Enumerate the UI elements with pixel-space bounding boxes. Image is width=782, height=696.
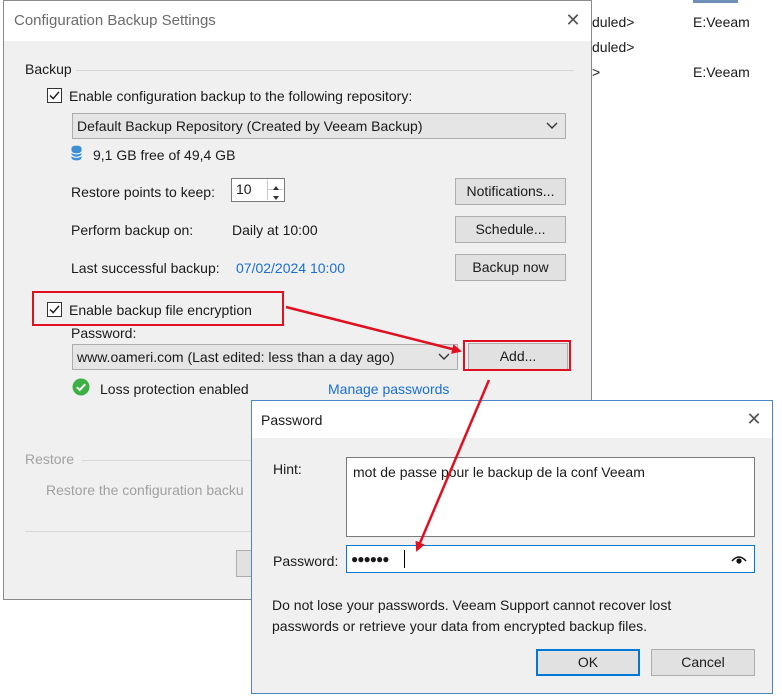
title-bar: Password ✕ — [252, 401, 772, 438]
schedule-button[interactable]: Schedule... — [455, 216, 566, 243]
enable-backup-label: Enable configuration backup to the follo… — [69, 88, 413, 104]
stepper-down-icon[interactable] — [268, 190, 283, 200]
password-select[interactable]: www.oameri.com (Last edited: less than a… — [72, 344, 458, 370]
checkmark-icon — [49, 91, 60, 100]
password-dialog-title: Password — [261, 412, 323, 428]
chevron-down-icon — [438, 353, 450, 360]
hint-input[interactable]: mot de passe pour le backup de la conf V… — [346, 457, 755, 537]
warning-line-2: passwords or retrieve your data from enc… — [272, 618, 648, 634]
password-mask: ●●●●●● — [351, 552, 389, 566]
restore-description: Restore the configuration backu — [46, 482, 244, 498]
text-cursor — [404, 550, 405, 568]
hint-value: mot de passe pour le backup de la conf V… — [353, 464, 645, 480]
repository-select[interactable]: Default Backup Repository (Created by Ve… — [72, 113, 566, 139]
hint-label: Hint: — [273, 461, 302, 477]
perform-backup-value: Daily at 10:00 — [232, 222, 318, 238]
restore-group-label: Restore — [25, 451, 75, 467]
eye-icon[interactable] — [731, 554, 747, 565]
password-select-value: www.oameri.com (Last edited: less than a… — [77, 349, 395, 365]
check-circle-icon — [72, 378, 90, 396]
restore-points-stepper[interactable]: 10 — [231, 178, 285, 202]
bg-row-target: E:Veeam — [693, 14, 750, 30]
title-bar: Configuration Backup Settings ✕ — [4, 1, 591, 41]
password-label: Password: — [71, 325, 137, 341]
warning-line-1: Do not lose your passwords. Veeam Suppor… — [272, 597, 672, 613]
footer-divider — [25, 531, 253, 532]
backup-group-label: Backup — [25, 61, 72, 77]
annotation-box-encryption — [32, 291, 284, 326]
password-field-label: Password: — [273, 553, 339, 569]
repository-value: Default Backup Repository (Created by Ve… — [77, 118, 423, 134]
stepper-buttons[interactable] — [267, 180, 283, 200]
annotation-box-add — [463, 340, 571, 371]
group-divider — [82, 460, 252, 461]
last-backup-label: Last successful backup: — [71, 260, 220, 276]
enable-backup-checkbox[interactable] — [47, 88, 62, 103]
password-dialog: Password ✕ Hint: mot de passe pour le ba… — [251, 400, 773, 694]
cancel-button[interactable]: Cancel — [651, 649, 755, 676]
ok-button[interactable]: OK — [536, 649, 640, 676]
close-icon[interactable]: ✕ — [742, 408, 766, 432]
bg-header-fragment — [693, 0, 738, 3]
backup-now-button[interactable]: Backup now — [455, 254, 566, 281]
bg-row-status: duled> — [592, 39, 635, 55]
chevron-down-icon — [546, 122, 558, 129]
database-icon — [71, 145, 82, 161]
restore-points-label: Restore points to keep: — [71, 184, 215, 200]
bg-row-status: duled> — [592, 14, 635, 30]
loss-protection-text: Loss protection enabled — [100, 381, 249, 397]
manage-passwords-link[interactable]: Manage passwords — [328, 380, 449, 398]
group-divider — [76, 70, 574, 71]
bg-row-target: E:Veeam — [693, 64, 750, 80]
bg-row-status: > — [592, 64, 601, 80]
password-input[interactable]: ●●●●●● — [346, 545, 755, 573]
dialog-title: Configuration Backup Settings — [14, 12, 216, 29]
close-icon[interactable]: ✕ — [561, 9, 585, 33]
perform-backup-label: Perform backup on: — [71, 222, 194, 238]
free-space-text: 9,1 GB free of 49,4 GB — [93, 147, 236, 163]
restore-points-value: 10 — [236, 181, 252, 197]
notifications-button[interactable]: Notifications... — [455, 178, 566, 205]
last-backup-link[interactable]: 07/02/2024 10:00 — [236, 259, 345, 277]
stepper-up-icon[interactable] — [268, 180, 283, 190]
